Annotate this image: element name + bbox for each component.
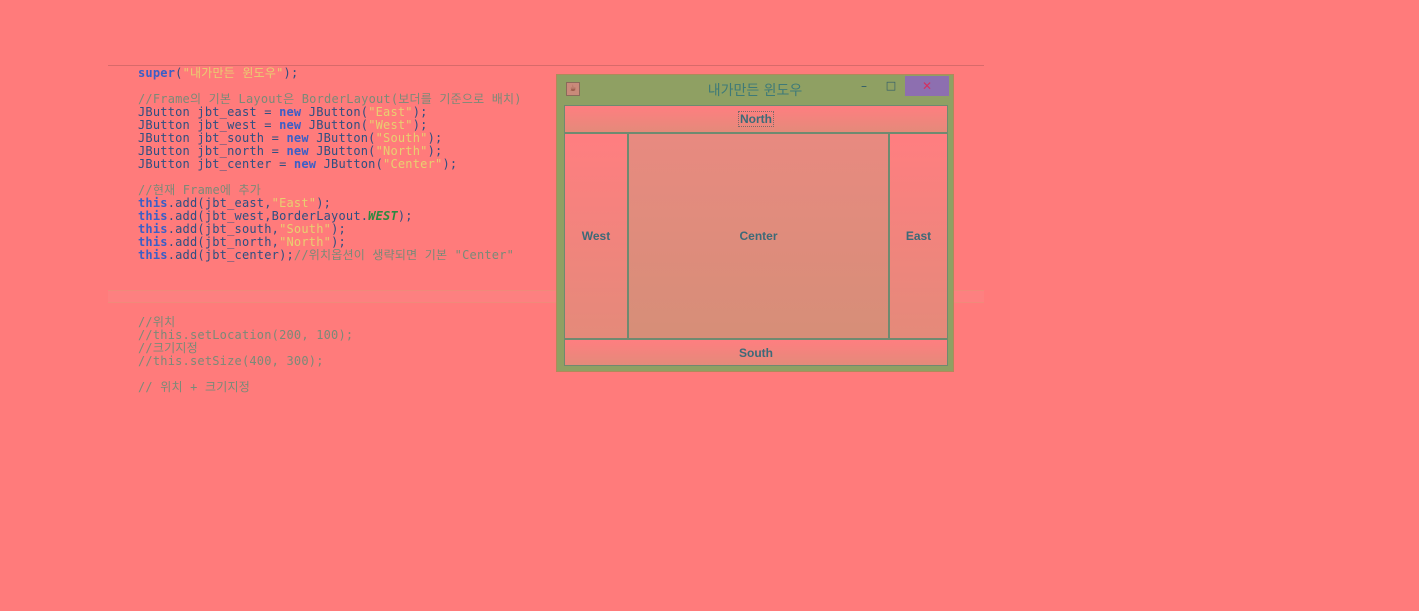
north-button-label: North xyxy=(738,111,774,127)
north-button[interactable]: North xyxy=(564,105,948,133)
code-token: new xyxy=(286,144,309,158)
code-token: new xyxy=(286,131,309,145)
code-token: JButton( xyxy=(301,105,369,119)
code-token: ( xyxy=(175,66,183,80)
code-token: this xyxy=(138,209,168,223)
maximize-icon[interactable]: □ xyxy=(882,76,900,96)
code-token: //크기지정 xyxy=(138,341,198,355)
code-token: this xyxy=(138,248,168,262)
south-button[interactable]: South xyxy=(564,339,948,366)
border-layout-content-pane: North West Center East South xyxy=(564,105,948,366)
code-token: this xyxy=(138,222,168,236)
code-token: //위치옵션이 생략되면 기본 "Center" xyxy=(293,248,515,262)
code-token: ); xyxy=(316,196,332,210)
code-token: JButton( xyxy=(316,157,384,171)
center-button[interactable]: Center xyxy=(628,133,889,339)
code-token: ); xyxy=(412,118,428,132)
code-token: "내가만든 윈도우" xyxy=(182,66,284,80)
code-line: //this.setSize(400, 300); xyxy=(138,355,353,368)
code-token: //this.setLocation(200, 100); xyxy=(138,328,354,342)
code-token: //현재 Frame에 추가 xyxy=(138,183,262,197)
code-editor-block-lower[interactable]: //위치//this.setLocation(200, 100);//크기지정 /… xyxy=(138,316,353,394)
code-token: ); xyxy=(331,222,346,236)
code-token: new xyxy=(279,105,302,119)
code-token: new xyxy=(293,157,317,171)
code-token: .add(jbt_east, xyxy=(167,196,272,210)
east-button-label: East xyxy=(905,229,932,243)
window-titlebar[interactable]: ☕ 내가만든 윈도우 – □ ✕ xyxy=(557,75,953,105)
code-line: this.add(jbt_center);//위치옵션이 생략되면 기본 "Ce… xyxy=(138,249,522,262)
code-token: "Center" xyxy=(383,157,443,171)
code-token: .add(jbt_north, xyxy=(167,235,280,249)
code-token: ); xyxy=(412,105,428,119)
code-token: // 위치 + 크기지정 xyxy=(138,380,250,394)
code-token: ); xyxy=(427,144,443,158)
code-token: JButton( xyxy=(308,144,376,158)
code-editor-block[interactable]: super("내가만든 윈도우"); //Frame의 기본 Layout은 B… xyxy=(138,67,522,262)
code-token: JButton jbt_south = xyxy=(138,131,287,145)
code-token: super xyxy=(138,66,176,80)
code-token: JButton jbt_west = xyxy=(138,118,280,132)
code-token: "North" xyxy=(279,235,332,249)
code-line: // 위치 + 크기지정 xyxy=(138,381,353,394)
minimize-icon[interactable]: – xyxy=(855,76,873,96)
code-token: "East" xyxy=(271,196,317,210)
code-token: ); xyxy=(397,209,413,223)
code-token: this xyxy=(138,196,168,210)
code-token: ); xyxy=(427,131,443,145)
west-button[interactable]: West xyxy=(564,133,628,339)
code-token: "East" xyxy=(368,105,413,119)
code-token: "West" xyxy=(368,118,413,132)
west-button-label: West xyxy=(581,229,611,243)
south-button-label: South xyxy=(739,345,773,360)
code-token: JButton( xyxy=(301,118,369,132)
code-token: "North" xyxy=(375,144,428,158)
code-token: ); xyxy=(283,66,299,80)
center-button-label: Center xyxy=(739,229,778,243)
close-icon[interactable]: ✕ xyxy=(905,76,949,96)
code-token: JButton jbt_north = xyxy=(138,144,287,158)
code-token: .add(jbt_south, xyxy=(167,222,280,236)
code-token: "South" xyxy=(375,131,428,145)
code-token: .add(jbt_center); xyxy=(167,248,294,262)
code-token: //위치 xyxy=(138,315,176,329)
code-token: WEST xyxy=(368,209,398,223)
code-line: JButton jbt_center = new JButton("Center… xyxy=(138,158,522,171)
code-token: this xyxy=(138,235,168,249)
code-token: //this.setSize(400, 300); xyxy=(138,354,324,368)
code-token: JButton jbt_center = xyxy=(138,157,294,171)
east-button[interactable]: East xyxy=(889,133,948,339)
code-token: new xyxy=(279,118,302,132)
code-token: ); xyxy=(331,235,346,249)
java-frame-window: ☕ 내가만든 윈도우 – □ ✕ North West Center East … xyxy=(556,74,954,372)
code-token: ); xyxy=(442,157,458,171)
code-token: "South" xyxy=(279,222,332,236)
code-line: super("내가만든 윈도우"); xyxy=(138,67,522,80)
code-token: JButton( xyxy=(308,131,376,145)
code-token: JButton jbt_east = xyxy=(138,105,280,119)
code-token: //Frame의 기본 Layout은 BorderLayout(보더를 기준으… xyxy=(138,92,522,106)
code-token: .add(jbt_west,BorderLayout. xyxy=(167,209,369,223)
